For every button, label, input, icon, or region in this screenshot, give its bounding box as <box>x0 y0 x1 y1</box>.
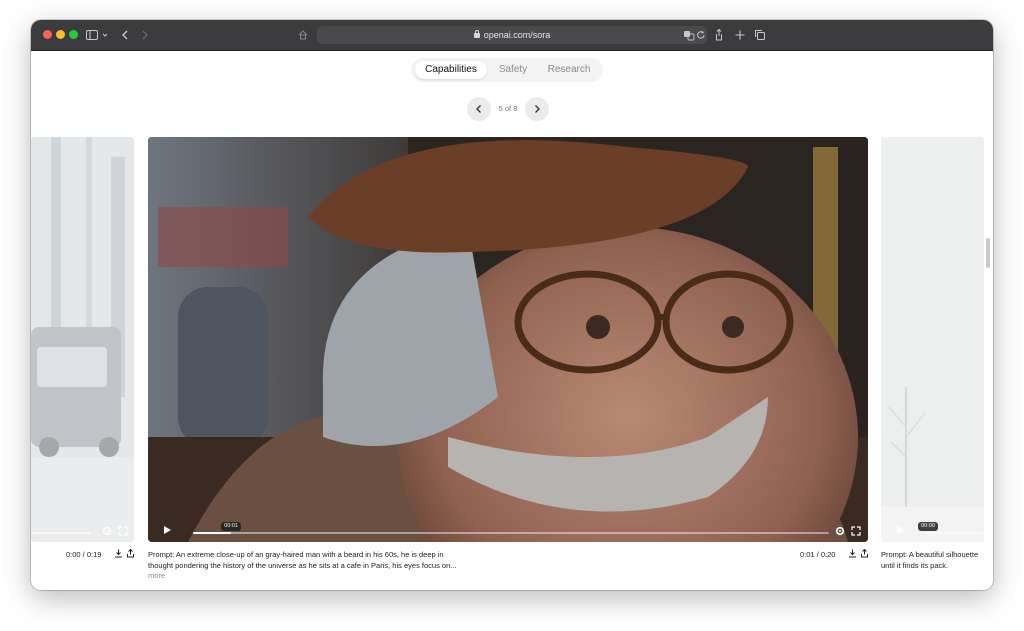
chevron-left-icon[interactable] <box>119 26 131 44</box>
video-controls: 00:01 <box>148 516 868 542</box>
chevron-right-icon <box>535 105 540 113</box>
video-player-next[interactable]: 00:00 <box>881 137 984 542</box>
progress-track[interactable]: 00:00 <box>918 522 984 534</box>
tabs-icon[interactable] <box>754 26 766 44</box>
prompt-line: thought pondering the history of the uni… <box>148 561 457 570</box>
download-icon[interactable] <box>114 549 123 558</box>
share-icon[interactable] <box>860 549 869 558</box>
video-prompt-main: Prompt: An extreme close-up of an gray-h… <box>148 549 528 571</box>
previous-video-button[interactable] <box>467 97 491 121</box>
man-in-beret-image <box>148 137 868 542</box>
home-icon[interactable] <box>297 26 309 44</box>
video-controls: 00:00 <box>881 516 984 542</box>
video-player-main[interactable]: 00:01 <box>148 137 868 542</box>
prompt-line: Prompt: An extreme close-up of an gray-h… <box>148 550 444 559</box>
share-icon[interactable] <box>126 549 135 558</box>
time-bubble: 00:01 <box>221 522 242 531</box>
lock-icon <box>473 30 480 38</box>
minimize-window-button[interactable] <box>56 30 65 39</box>
chevron-left-icon <box>476 105 481 113</box>
translate-icon[interactable] <box>683 26 695 44</box>
prompt-line: Prompt: A beautiful silhouette <box>881 550 979 559</box>
reload-icon[interactable] <box>695 26 707 44</box>
gear-icon[interactable] <box>101 525 113 537</box>
tab-research[interactable]: Research <box>539 61 599 79</box>
section-tabs: Capabilities Safety Research <box>411 58 603 82</box>
carousel-counter: 5 of 8 <box>498 104 518 113</box>
progress-track[interactable] <box>31 532 91 534</box>
video-player-previous[interactable] <box>31 137 134 542</box>
inactive-overlay <box>881 137 984 542</box>
tab-capabilities[interactable]: Capabilities <box>415 61 487 79</box>
close-window-button[interactable] <box>43 30 52 39</box>
video-duration-previous: 0:00 / 0:19 <box>66 550 102 559</box>
fullscreen-icon[interactable] <box>117 525 129 537</box>
play-icon[interactable] <box>895 525 905 535</box>
video-prompt-next: Prompt: A beautiful silhouette until it … <box>881 549 991 571</box>
more-link[interactable]: more <box>148 571 165 580</box>
page-content: Capabilities Safety Research 5 of 8 00:0… <box>31 51 993 590</box>
sidebar-icon[interactable] <box>85 26 99 44</box>
address-bar[interactable]: openai.com/sora <box>317 26 707 44</box>
progress-track[interactable]: 00:01 <box>193 522 829 534</box>
browser-toolbar: openai.com/sora <box>31 20 993 51</box>
video-controls <box>31 516 134 542</box>
progress-fill <box>193 532 232 534</box>
share-icon[interactable] <box>713 26 725 44</box>
inactive-overlay <box>31 137 134 542</box>
url-text: openai.com/sora <box>483 30 551 40</box>
zoom-window-button[interactable] <box>69 30 78 39</box>
gear-icon[interactable] <box>834 525 846 537</box>
page-scrollbar[interactable] <box>986 238 990 268</box>
next-video-button[interactable] <box>525 97 549 121</box>
tab-safety[interactable]: Safety <box>489 61 537 79</box>
prompt-line: until it finds its pack. <box>881 561 949 570</box>
chevron-down-icon[interactable] <box>101 26 109 44</box>
time-bubble: 00:00 <box>918 522 938 531</box>
video-duration-main: 0:01 / 0:20 <box>800 550 836 559</box>
browser-window: openai.com/sora Capabilities Safety Rese… <box>31 20 993 590</box>
fullscreen-icon[interactable] <box>850 525 862 537</box>
play-icon[interactable] <box>162 525 172 535</box>
download-icon[interactable] <box>848 549 857 558</box>
chevron-right-icon[interactable] <box>139 26 151 44</box>
plus-icon[interactable] <box>734 26 746 44</box>
